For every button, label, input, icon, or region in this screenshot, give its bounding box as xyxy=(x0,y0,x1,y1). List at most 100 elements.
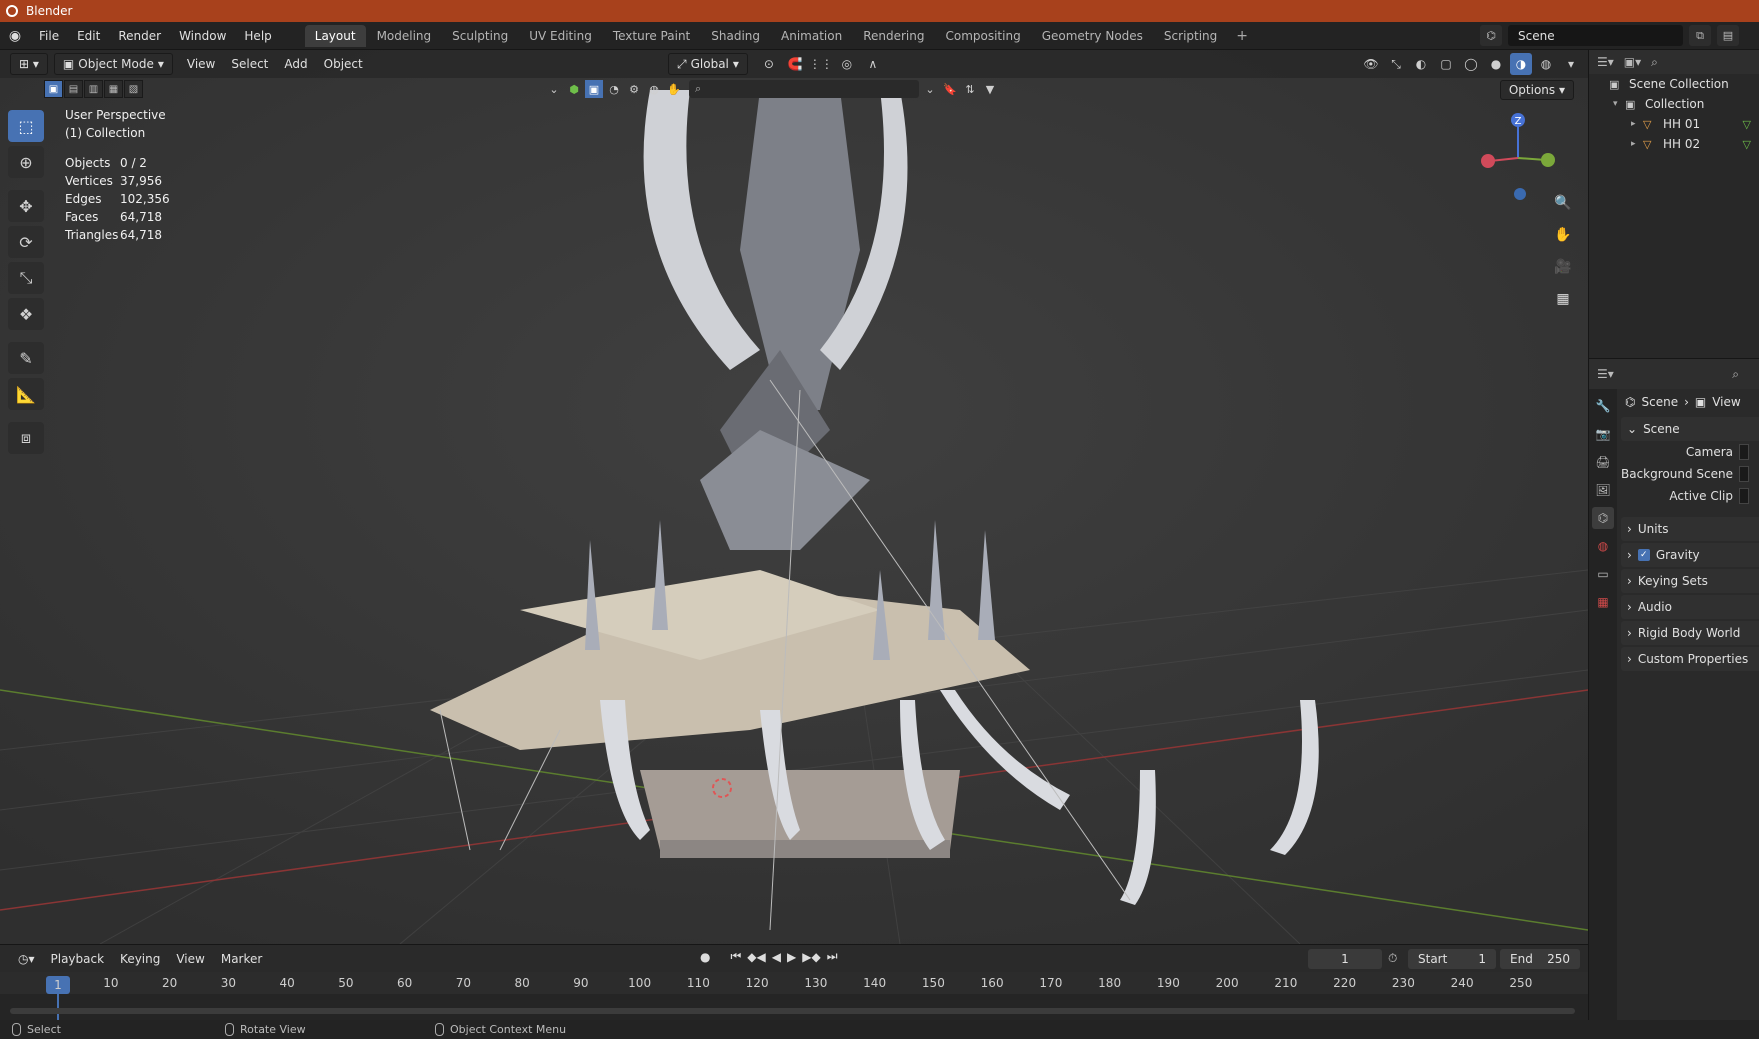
solid-shading-icon[interactable]: ● xyxy=(1485,53,1507,75)
new-scene-icon[interactable]: ⧉ xyxy=(1689,25,1711,46)
expand-arrow-icon[interactable]: ▸ xyxy=(1631,119,1643,129)
viewport-menu-object[interactable]: Object xyxy=(316,57,371,71)
tab-shading[interactable]: Shading xyxy=(701,25,770,47)
timeline-menu-view[interactable]: View xyxy=(168,952,212,966)
tab-uv-editing[interactable]: UV Editing xyxy=(519,25,602,47)
add-cube-tool-icon[interactable]: ⧈ xyxy=(8,422,44,454)
play-reverse-icon[interactable]: ◀ xyxy=(772,950,781,964)
select-box-icon[interactable]: ▣ xyxy=(585,80,603,98)
material-shading-icon[interactable]: ◑ xyxy=(1510,53,1532,75)
tab-compositing[interactable]: Compositing xyxy=(935,25,1030,47)
timeline-menu-playback[interactable]: Playback xyxy=(43,952,113,966)
editor-type-icon[interactable]: ☰▾ xyxy=(1597,367,1614,381)
view-layer-icon[interactable]: ▤ xyxy=(1717,25,1739,46)
scene-selector-icon[interactable]: ⌬ xyxy=(1480,25,1502,46)
annotate-tool-icon[interactable]: ✎ xyxy=(8,342,44,374)
transform-tool-icon[interactable]: ❖ xyxy=(8,298,44,330)
x-axis-handle[interactable] xyxy=(1481,154,1495,168)
jump-start-icon[interactable]: ⏮ xyxy=(730,949,741,964)
next-keyframe-icon[interactable]: ▶◆ xyxy=(802,950,820,964)
collection-tab-icon[interactable]: ▭ xyxy=(1592,563,1614,585)
chevron-down-icon[interactable]: ⌄ xyxy=(921,80,939,98)
bookmark-icon[interactable]: 🔖 xyxy=(941,80,959,98)
measure-tool-icon[interactable]: 📐 xyxy=(8,378,44,410)
snap-target-icon[interactable]: ⋮⋮ xyxy=(809,53,833,75)
menu-window[interactable]: Window xyxy=(170,22,235,50)
output-tab-icon[interactable]: 🖨 xyxy=(1592,451,1614,473)
texture-tab-icon[interactable]: ▦ xyxy=(1592,591,1614,613)
xray-icon[interactable]: ▢ xyxy=(1435,53,1457,75)
timeline-menu-keying[interactable]: Keying xyxy=(112,952,168,966)
tab-rendering[interactable]: Rendering xyxy=(853,25,934,47)
menu-file[interactable]: File xyxy=(30,22,68,50)
move-tool-icon[interactable]: ✥ xyxy=(8,190,44,222)
cursor-tool-icon[interactable]: ⊕ xyxy=(8,146,44,178)
panel-audio[interactable]: › Audio xyxy=(1621,595,1759,619)
field-value[interactable] xyxy=(1739,466,1749,482)
field-active-clip[interactable]: Active Clip xyxy=(1621,485,1759,507)
viewport-menu-select[interactable]: Select xyxy=(223,57,276,71)
field-value[interactable] xyxy=(1739,444,1749,460)
pan-hand-icon[interactable]: ✋ xyxy=(1550,222,1576,248)
sort-icon[interactable]: ⇅ xyxy=(961,80,979,98)
play-icon[interactable]: ▶ xyxy=(787,950,796,964)
panel-gravity[interactable]: › ✓ Gravity xyxy=(1621,543,1759,567)
search-icon[interactable]: ⌕ xyxy=(1651,55,1658,70)
tool-tab-icon[interactable]: 🔧 xyxy=(1592,395,1614,417)
snap-icon[interactable]: 🧲 xyxy=(784,53,806,75)
field-camera[interactable]: Camera xyxy=(1621,441,1759,463)
field-value[interactable] xyxy=(1739,488,1749,504)
prev-keyframe-icon[interactable]: ◆◀ xyxy=(747,950,765,964)
render-tab-icon[interactable]: 📷 xyxy=(1592,423,1614,445)
timeline-scrollbar[interactable] xyxy=(10,1008,1575,1014)
options-dropdown[interactable]: Options ▾ xyxy=(1499,80,1574,100)
select-invert-icon[interactable]: ▦ xyxy=(104,80,123,98)
start-frame-field[interactable]: Start 1 xyxy=(1408,949,1496,969)
select-extend-icon[interactable]: ▤ xyxy=(64,80,83,98)
hand-icon[interactable]: ✋ xyxy=(665,80,683,98)
world-icon[interactable]: ◍ xyxy=(645,80,663,98)
tab-sculpting[interactable]: Sculpting xyxy=(442,25,518,47)
proportional-edit-icon[interactable]: ◎ xyxy=(836,53,858,75)
zoom-icon[interactable]: 🔍 xyxy=(1550,190,1576,216)
world-tab-icon[interactable]: ◍ xyxy=(1592,535,1614,557)
wireframe-shading-icon[interactable]: ◯ xyxy=(1460,53,1482,75)
tab-scripting[interactable]: Scripting xyxy=(1154,25,1227,47)
panel-scene[interactable]: ⌄ Scene xyxy=(1621,417,1759,441)
transform-orientation-dropdown[interactable]: ⤢ Global ▾ xyxy=(668,53,748,75)
tab-geometry-nodes[interactable]: Geometry Nodes xyxy=(1032,25,1153,47)
menu-help[interactable]: Help xyxy=(235,22,280,50)
editor-type-icon[interactable]: ◷▾ xyxy=(10,952,43,966)
mode-selector[interactable]: ▣ Object Mode ▾ xyxy=(53,53,173,75)
blender-menu-icon[interactable]: ◉ xyxy=(0,22,30,50)
frame-ruler[interactable]: 1 10 20 30 40 50 60 70 80 90 100 110 120 130 140 150 16… xyxy=(0,972,1588,994)
pivot-point-icon[interactable]: ⊙ xyxy=(758,53,780,75)
3d-viewport[interactable]: ⊞ ▾ ▣ Object Mode ▾ View Select Add Obje… xyxy=(0,50,1588,944)
tab-layout[interactable]: Layout xyxy=(304,24,366,47)
outliner-row-scene-collection[interactable]: ▣ Scene Collection xyxy=(1589,74,1759,94)
display-mode-icon[interactable]: ▣▾ xyxy=(1624,55,1641,69)
menu-render[interactable]: Render xyxy=(109,22,170,50)
search-icon[interactable]: ⌕ xyxy=(1732,367,1739,382)
filter-icon[interactable]: ▼ xyxy=(981,80,999,98)
panel-rigid-body-world[interactable]: › Rigid Body World xyxy=(1621,621,1759,645)
panel-units[interactable]: › Units xyxy=(1621,517,1759,541)
current-frame-indicator[interactable]: 1 xyxy=(46,976,70,994)
outliner-row-collection[interactable]: ▾ ▣ Collection xyxy=(1589,94,1759,114)
rendered-shading-icon[interactable]: ◍ xyxy=(1535,53,1557,75)
visibility-icon[interactable]: 👁 xyxy=(1360,53,1382,75)
playhead-line[interactable] xyxy=(57,994,59,1020)
scene-name-field[interactable]: Scene xyxy=(1508,25,1683,46)
expand-arrow-icon[interactable]: ▸ xyxy=(1631,139,1643,149)
current-frame-field[interactable]: 1 xyxy=(1308,949,1382,969)
select-subtract-icon[interactable]: ▥ xyxy=(84,80,103,98)
gravity-checkbox[interactable]: ✓ xyxy=(1637,549,1650,561)
tab-texture-paint[interactable]: Texture Paint xyxy=(603,25,700,47)
timeline[interactable]: 1 10 20 30 40 50 60 70 80 90 100 110 120 130 140 150 16… xyxy=(0,972,1588,1020)
editor-type-icon[interactable]: ☰▾ xyxy=(1597,55,1614,69)
outliner-row-object[interactable]: ▸ ▽ HH 01 ▽ xyxy=(1589,114,1759,134)
chevron-down-icon[interactable]: ⌄ xyxy=(545,80,563,98)
panel-keying-sets[interactable]: › Keying Sets xyxy=(1621,569,1759,593)
viewport-menu-view[interactable]: View xyxy=(179,57,223,71)
outliner-row-object[interactable]: ▸ ▽ HH 02 ▽ xyxy=(1589,134,1759,154)
